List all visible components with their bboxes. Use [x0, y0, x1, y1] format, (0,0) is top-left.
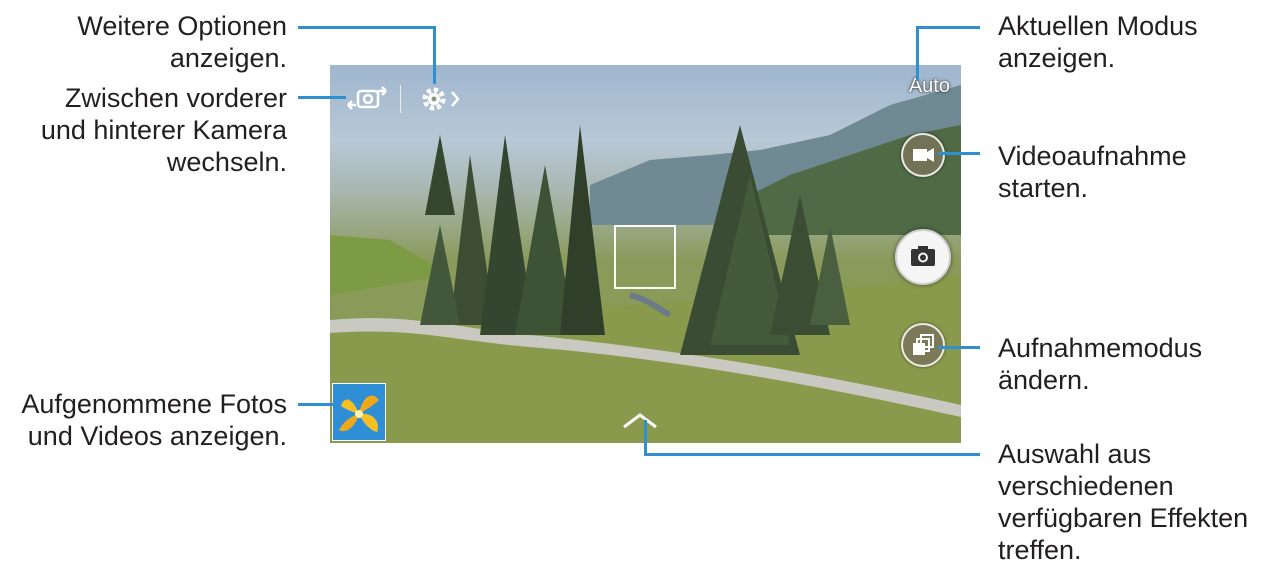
camera-switch-icon — [347, 86, 387, 110]
callout-more-options: Weitere Optionen anzeigen. — [77, 10, 287, 74]
callout-text: Aufnahmemodus — [998, 333, 1203, 363]
current-mode-label[interactable]: Auto — [890, 75, 950, 98]
video-record-button[interactable] — [901, 133, 945, 177]
focus-frame — [614, 225, 676, 289]
callout-line-effects-vertical — [644, 420, 647, 456]
effects-button[interactable] — [620, 409, 660, 433]
shooting-mode-button[interactable] — [901, 323, 945, 367]
callout-text: verfügbaren Effekten — [998, 503, 1249, 533]
tree — [425, 135, 455, 215]
callout-line-current-mode — [916, 26, 980, 29]
callout-line-effects — [644, 453, 980, 456]
callout-text: Aufgenommene Fotos — [21, 389, 287, 419]
callout-video-record: Videoaufnahme starten. — [998, 140, 1187, 204]
callout-line-more-options — [298, 26, 436, 29]
callout-shooting-mode: Aufnahmemodus ändern. — [998, 332, 1202, 396]
callout-text: treffen. — [998, 535, 1082, 565]
callout-text: und Videos anzeigen. — [27, 421, 287, 451]
chevron-up-icon — [623, 413, 657, 429]
callout-line-switch-camera — [298, 96, 346, 99]
callout-text: und hinterer Kamera — [40, 115, 287, 145]
callout-text: anzeigen. — [998, 43, 1116, 73]
gallery-thumbnail-icon — [333, 384, 385, 440]
callout-text: wechseln. — [166, 147, 287, 177]
shutter-button[interactable] — [895, 229, 951, 285]
callout-gallery: Aufgenommene Fotos und Videos anzeigen. — [21, 388, 287, 452]
callout-text: Videoaufnahme — [998, 141, 1187, 171]
toolbar-divider — [400, 85, 401, 113]
gallery-thumbnail-button[interactable] — [332, 383, 386, 441]
tree — [560, 125, 605, 335]
switch-camera-button[interactable] — [344, 83, 390, 115]
callout-text: anzeigen. — [169, 43, 287, 73]
callout-text: ändern. — [998, 365, 1090, 395]
callout-line-current-mode-vertical — [916, 26, 919, 81]
callout-text: Aktuellen Modus — [998, 11, 1198, 41]
camera-icon — [911, 246, 935, 266]
callout-text: Weitere Optionen — [77, 11, 287, 41]
callout-line-gallery — [298, 403, 336, 406]
callout-switch-camera: Zwischen vorderer und hinterer Kamera we… — [41, 82, 287, 178]
callout-line-video — [938, 152, 980, 155]
callout-text: verschiedenen — [998, 471, 1174, 501]
gear-icon — [422, 87, 460, 111]
stacked-squares-icon — [913, 334, 934, 355]
camera-viewfinder[interactable]: Auto — [330, 65, 961, 443]
settings-button[interactable] — [418, 82, 462, 116]
callout-current-mode: Aktuellen Modus anzeigen. — [998, 10, 1198, 74]
video-camera-icon — [913, 148, 934, 162]
callout-text: Auswahl aus — [998, 439, 1152, 469]
callout-text: starten. — [998, 173, 1089, 203]
callout-line-shooting-mode — [938, 346, 980, 349]
callout-text: Zwischen vorderer — [64, 83, 287, 113]
callout-line-more-options-vertical — [433, 26, 436, 84]
callout-effects: Auswahl aus verschiedenen verfügbaren Ef… — [998, 438, 1248, 566]
